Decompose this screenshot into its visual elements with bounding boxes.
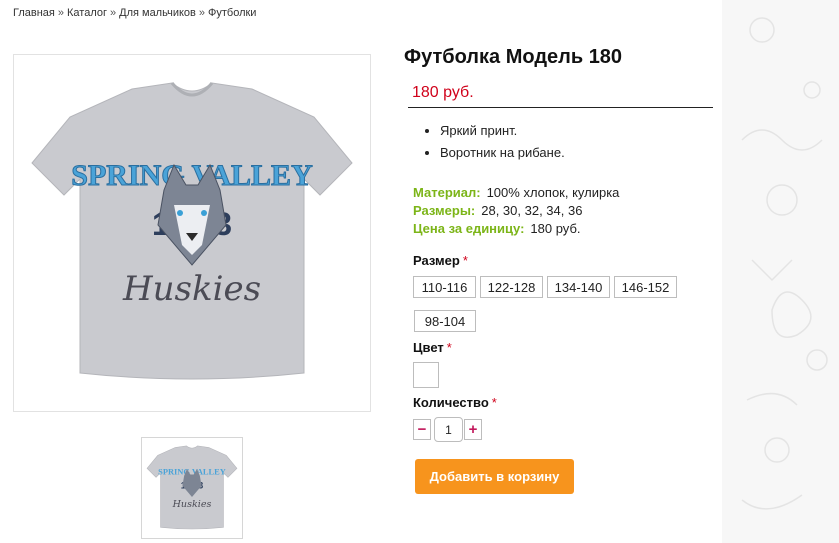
- breadcrumb: Главная» Каталог» Для мальчиков» Футболки: [13, 7, 257, 19]
- size-option-134-140[interactable]: 134-140: [547, 276, 610, 298]
- thumb-print-word: Huskies: [172, 499, 212, 510]
- breadcrumb-item-catalog[interactable]: Каталог: [67, 7, 107, 19]
- feature-item: Воротник на рибане.: [440, 144, 565, 161]
- color-option-white[interactable]: [413, 362, 439, 388]
- print-text-huskies: Huskies: [122, 269, 261, 309]
- property-row-material: Материал: 100% хлопок, кулирка: [413, 184, 619, 202]
- product-title: Футболка Модель 180: [404, 46, 623, 68]
- add-to-cart-button[interactable]: Добавить в корзину: [415, 459, 574, 494]
- product-main-image[interactable]: SPRING VALLEY 18 03 Huskies: [13, 54, 371, 412]
- size-option-146-152[interactable]: 146-152: [614, 276, 677, 298]
- property-value: 28, 30, 32, 34, 36: [481, 203, 583, 218]
- quantity-increase-button[interactable]: +: [464, 419, 482, 440]
- product-thumbnail[interactable]: SPRING VALLEY 18 03 Huskies: [141, 437, 243, 539]
- property-row-sizes: Размеры: 28, 30, 32, 34, 36: [413, 202, 619, 220]
- required-mark: *: [462, 253, 468, 268]
- property-value: 100% хлопок, кулирка: [486, 185, 620, 200]
- breadcrumb-item-home[interactable]: Главная: [13, 7, 55, 19]
- property-key: Размеры:: [413, 203, 476, 218]
- quantity-label: Количество *: [413, 395, 497, 410]
- property-key: Материал:: [413, 185, 481, 200]
- property-value: 180 руб.: [530, 221, 581, 236]
- breadcrumb-item-boys[interactable]: Для мальчиков: [119, 7, 196, 19]
- size-option-98-104[interactable]: 98-104: [414, 310, 476, 332]
- required-mark: *: [446, 340, 452, 355]
- product-price: 180 руб.: [412, 84, 474, 101]
- size-label: Размер *: [413, 253, 468, 268]
- quantity-decrease-button[interactable]: −: [413, 419, 431, 440]
- color-label: Цвет *: [413, 340, 452, 355]
- decorative-background: [722, 0, 839, 543]
- feature-list: Яркий принт. Воротник на рибане.: [440, 122, 565, 166]
- quantity-input[interactable]: 1: [434, 417, 463, 442]
- size-option-110-116[interactable]: 110-116: [413, 276, 476, 298]
- size-option-122-128[interactable]: 122-128: [480, 276, 543, 298]
- breadcrumb-item-tshirts: Футболки: [208, 7, 257, 19]
- feature-item: Яркий принт.: [440, 122, 565, 139]
- required-mark: *: [491, 395, 497, 410]
- product-properties: Материал: 100% хлопок, кулирка Размеры: 28…: [413, 184, 619, 238]
- price-divider: [408, 107, 713, 108]
- property-row-unit-price: Цена за единицу: 180 руб.: [413, 220, 619, 238]
- property-key: Цена за единицу:: [413, 221, 525, 236]
